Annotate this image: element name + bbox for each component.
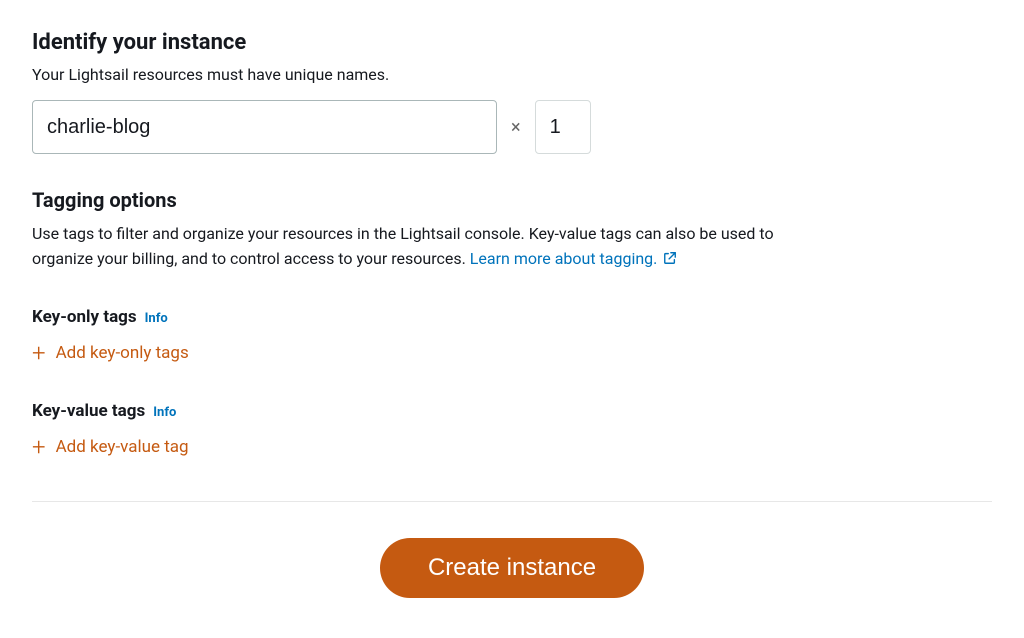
- multiply-symbol: ×: [511, 117, 521, 138]
- add-key-value-tag-button[interactable]: + Add key-value tag: [32, 433, 189, 461]
- key-only-tags-title: Key-only tags: [32, 307, 137, 327]
- identify-heading: Identify your instance: [32, 30, 992, 55]
- identify-subtext: Your Lightsail resources must have uniqu…: [32, 65, 992, 84]
- key-value-tags-section: Key-value tags Info + Add key-value tag: [32, 401, 992, 461]
- key-value-info-link[interactable]: Info: [153, 405, 176, 420]
- create-instance-button[interactable]: Create instance: [380, 538, 644, 598]
- add-key-only-tags-button[interactable]: + Add key-only tags: [32, 339, 189, 367]
- plus-icon: +: [32, 341, 46, 365]
- tagging-description: Use tags to filter and organize your res…: [32, 222, 832, 273]
- instance-name-input[interactable]: [32, 100, 497, 154]
- divider: [32, 501, 992, 502]
- tagging-heading: Tagging options: [32, 188, 992, 212]
- key-only-tags-section: Key-only tags Info + Add key-only tags: [32, 307, 992, 367]
- instance-name-row: ×: [32, 100, 992, 154]
- external-link-icon: [663, 248, 677, 273]
- instance-count-input[interactable]: [535, 100, 591, 154]
- plus-icon: +: [32, 435, 46, 459]
- key-value-tags-title: Key-value tags: [32, 401, 145, 421]
- key-only-info-link[interactable]: Info: [145, 311, 168, 326]
- learn-more-link[interactable]: Learn more about tagging.: [470, 249, 678, 268]
